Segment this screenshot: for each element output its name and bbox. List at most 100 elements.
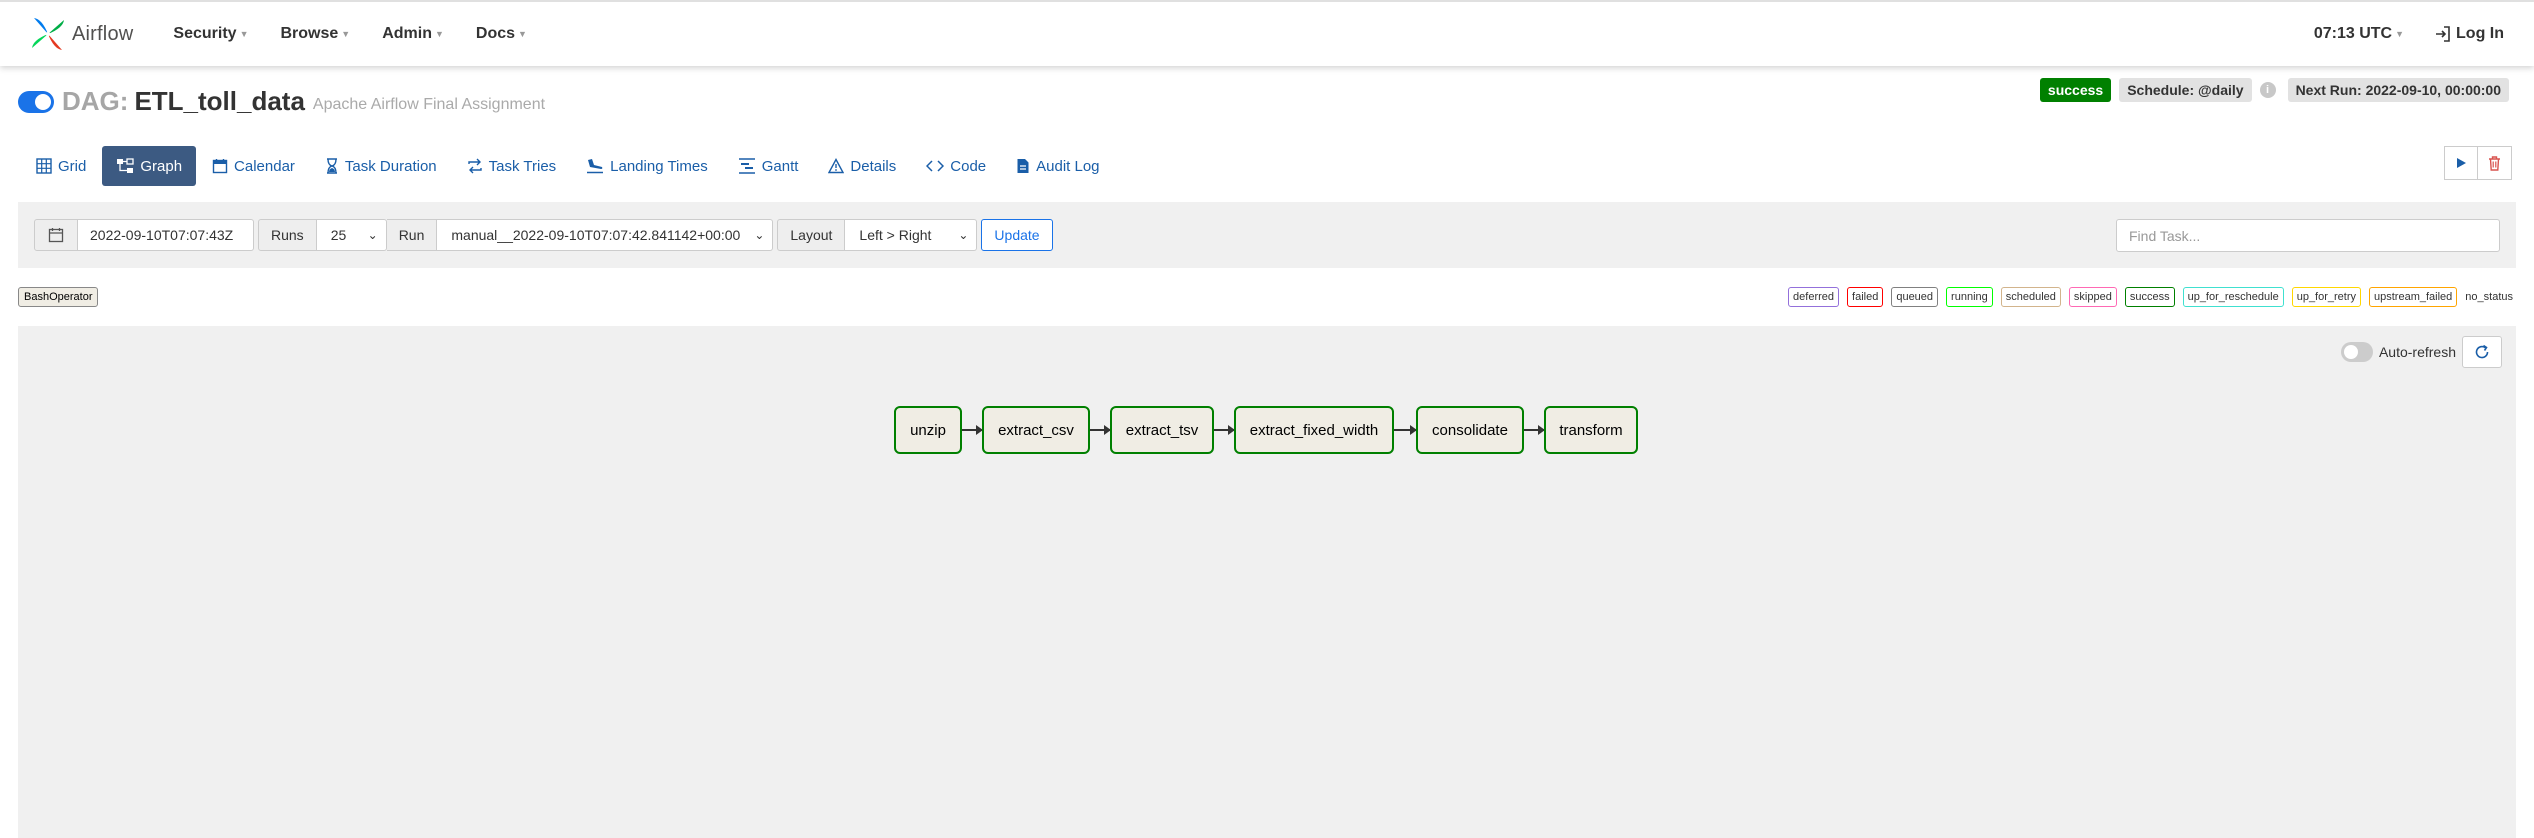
update-button[interactable]: Update <box>981 219 1053 251</box>
caret-down-icon: ▼ <box>2395 29 2405 39</box>
nav-docs[interactable]: Docs ▼ <box>476 25 527 43</box>
caret-down-icon: ▼ <box>341 29 351 39</box>
tab-graph[interactable]: Graph <box>102 146 197 186</box>
refresh-icon <box>2475 344 2489 359</box>
chevron-down-icon: ⌄ <box>367 228 378 242</box>
tab-label: Gantt <box>761 157 799 175</box>
tab-gantt[interactable]: Gantt <box>724 146 813 186</box>
base-date-input[interactable]: 2022-09-10T07:07:43Z <box>78 219 254 251</box>
dag-description: Apache Airflow Final Assignment <box>312 95 546 113</box>
hourglass-icon <box>326 158 337 174</box>
nav-menu: Security ▼ Browse ▼ Admin ▼ Docs ▼ <box>173 25 559 43</box>
caret-down-icon: ▼ <box>518 29 527 39</box>
tab-label: Calendar <box>234 157 295 175</box>
caret-down-icon: ▼ <box>239 29 249 39</box>
date-picker-button[interactable] <box>34 219 78 251</box>
tab-landing-times[interactable]: Landing Times <box>572 146 722 186</box>
dag-status-bar: success Schedule: @daily i Next Run: 202… <box>2032 78 2509 102</box>
tab-audit-log[interactable]: Audit Log <box>1002 146 1113 186</box>
task-node-extract-tsv[interactable]: extract_tsv <box>1110 406 1214 454</box>
state-chip-success[interactable]: success <box>2124 287 2175 307</box>
dag-actions <box>2444 146 2512 180</box>
auto-refresh-toggle[interactable]: Auto-refresh <box>2340 342 2456 362</box>
info-icon[interactable]: i <box>2259 82 2276 98</box>
graph-canvas[interactable]: Auto-refresh unzip extract_csv extract_tsv… <box>18 326 2516 838</box>
nav-label: Docs <box>475 25 516 42</box>
nav-label: Admin <box>382 25 432 42</box>
state-chip-scheduled[interactable]: scheduled <box>2000 287 2061 307</box>
runs-label: Runs <box>258 219 317 251</box>
state-chip-deferred[interactable]: deferred <box>1788 287 1840 307</box>
tab-grid[interactable]: Grid <box>22 146 100 186</box>
tab-calendar[interactable]: Calendar <box>198 146 309 186</box>
edge-arrow <box>1214 425 1235 435</box>
operator-legend-chip[interactable]: BashOperator <box>18 287 99 307</box>
tab-label: Graph <box>140 157 183 175</box>
layout-value: Left > Right <box>859 227 932 243</box>
layout-label: Layout <box>777 219 846 251</box>
state-chip-queued[interactable]: queued <box>1891 287 1939 307</box>
task-node-transform[interactable]: transform <box>1544 406 1638 454</box>
chevron-down-icon: ⌄ <box>754 228 765 242</box>
task-node-unzip[interactable]: unzip <box>894 406 962 454</box>
state-chip-skipped[interactable]: skipped <box>2068 287 2117 307</box>
gantt-icon <box>738 158 755 174</box>
brand-logo[interactable]: Airflow <box>30 16 133 52</box>
nav-right: 07:13 UTC ▼ Log In <box>2314 2 2504 66</box>
layout-select[interactable]: Left > Right ⌄ <box>845 219 978 251</box>
tab-label: Details <box>850 157 897 175</box>
navbar: Airflow Security ▼ Browse ▼ Admin ▼ Docs ▼ 0… <box>0 0 2534 66</box>
state-chip-no-status[interactable]: no_status <box>2465 288 2513 306</box>
state-chip-up-for-retry[interactable]: up_for_retry <box>2291 287 2362 307</box>
nav-browse[interactable]: Browse ▼ <box>280 25 350 43</box>
find-task-input[interactable]: Find Task... <box>2116 219 2500 252</box>
task-node-consolidate[interactable]: consolidate <box>1416 406 1524 454</box>
tab-code[interactable]: Code <box>912 146 1000 186</box>
nav-label: Security <box>173 25 237 42</box>
tab-task-tries[interactable]: Task Tries <box>453 146 571 186</box>
task-node-extract-csv[interactable]: extract_csv <box>982 406 1090 454</box>
dag-pause-toggle[interactable] <box>18 90 54 113</box>
grid-icon <box>36 158 52 174</box>
code-icon <box>926 160 945 172</box>
nav-label: Browse <box>280 25 339 42</box>
calendar-icon <box>212 159 228 174</box>
tab-label: Task Duration <box>344 157 437 175</box>
login-icon <box>2436 26 2450 42</box>
tab-details[interactable]: Details <box>814 146 910 186</box>
state-chip-running[interactable]: running <box>1946 287 1993 307</box>
state-chip-failed[interactable]: failed <box>1847 287 1884 307</box>
dag-id[interactable]: ETL_toll_data <box>134 86 304 117</box>
status-badge: success <box>2039 78 2112 102</box>
dag-view-tabs: Grid Graph Calendar Task Duration Task T… <box>22 146 1116 186</box>
tab-label: Landing Times <box>610 157 708 175</box>
edge-arrow <box>1394 425 1417 435</box>
auto-refresh-switch[interactable] <box>2340 342 2373 362</box>
clock-label: 07:13 UTC <box>2313 25 2393 42</box>
tab-label: Grid <box>58 157 87 175</box>
brand-name: Airflow <box>72 22 134 45</box>
timezone-clock[interactable]: 07:13 UTC ▼ <box>2314 25 2404 43</box>
refresh-button[interactable] <box>2462 336 2502 368</box>
edge-arrow <box>1090 425 1111 435</box>
login-label: Log In <box>2456 25 2504 42</box>
play-icon <box>2457 158 2466 168</box>
runs-select[interactable]: 25 ⌄ <box>316 219 387 251</box>
airflow-pinwheel-icon <box>32 18 64 50</box>
edge-arrow <box>962 425 983 435</box>
trigger-dag-button[interactable] <box>2444 146 2478 180</box>
auto-refresh-label: Auto-refresh <box>2378 344 2456 360</box>
state-chip-up-for-reschedule[interactable]: up_for_reschedule <box>2182 287 2284 307</box>
state-chip-upstream-failed[interactable]: upstream_failed <box>2369 287 2458 307</box>
nav-security[interactable]: Security ▼ <box>173 25 248 43</box>
run-select[interactable]: manual__2022-09-10T07:07:42.841142+00:00… <box>437 219 774 251</box>
tab-task-duration[interactable]: Task Duration <box>311 146 451 186</box>
nav-admin[interactable]: Admin ▼ <box>382 25 444 43</box>
delete-dag-button[interactable] <box>2478 146 2512 180</box>
edge-arrow <box>1524 425 1545 435</box>
graph-controls: 2022-09-10T07:07:43Z Runs 25 ⌄ Run manual… <box>18 202 2516 268</box>
graph-icon <box>117 158 134 173</box>
task-node-extract-fixed-width[interactable]: extract_fixed_width <box>1234 406 1394 454</box>
login-link[interactable]: Log In <box>2434 25 2504 43</box>
landing-icon <box>587 159 604 174</box>
